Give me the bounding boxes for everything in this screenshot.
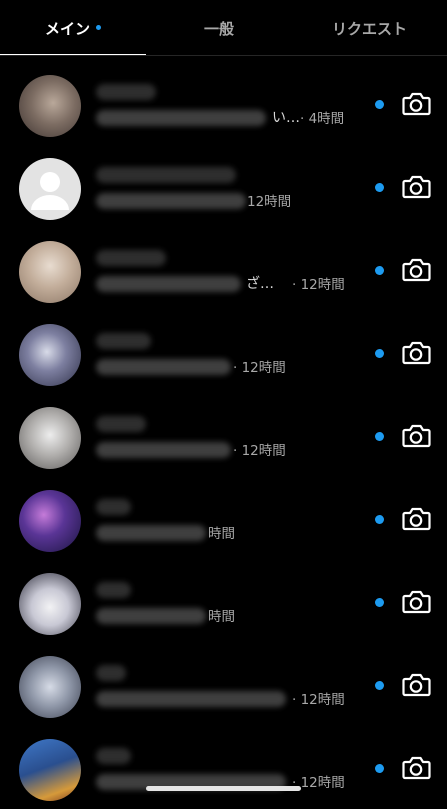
avatar[interactable]: [19, 407, 81, 469]
sender-name: [96, 665, 126, 681]
sender-name: [96, 499, 131, 515]
unread-dot: [375, 349, 384, 358]
thread-row[interactable]: · 12時間: [0, 643, 447, 726]
tab-requests-label: リクエスト: [331, 20, 407, 38]
timestamp: 時間: [208, 526, 235, 542]
unread-dot: [375, 681, 384, 690]
unread-dot: [375, 598, 384, 607]
avatar[interactable]: [19, 158, 81, 220]
timestamp: · 12時間: [233, 443, 286, 459]
avatar[interactable]: [19, 573, 81, 635]
unread-dot: [375, 183, 384, 192]
thread-row[interactable]: · 12時間: [0, 311, 447, 394]
home-indicator[interactable]: [146, 786, 301, 791]
sender-name: [96, 582, 131, 598]
message-preview: [96, 442, 231, 458]
sender-name: [96, 416, 146, 432]
timestamp: · 4時間: [300, 111, 345, 127]
avatar[interactable]: [19, 490, 81, 552]
unread-dot: [375, 764, 384, 773]
unread-dot: [375, 100, 384, 109]
message-preview: [96, 276, 241, 292]
thread-row[interactable]: ざ… · 12時間: [0, 228, 447, 311]
tab-general[interactable]: 一般: [146, 0, 292, 56]
camera-icon[interactable]: [401, 173, 431, 201]
timestamp: 時間: [208, 609, 235, 625]
avatar[interactable]: [19, 241, 81, 303]
message-preview: [96, 359, 231, 375]
camera-icon[interactable]: [401, 671, 431, 699]
avatar[interactable]: [19, 324, 81, 386]
sender-name: [96, 250, 166, 266]
unread-dot: [375, 432, 384, 441]
camera-icon[interactable]: [401, 90, 431, 118]
thread-row[interactable]: 時間: [0, 477, 447, 560]
sender-name: [96, 333, 151, 349]
timestamp: 12時間: [247, 194, 292, 210]
unread-dot: [375, 266, 384, 275]
inbox-tabs: メイン 一般 リクエスト: [0, 0, 447, 56]
camera-icon[interactable]: [401, 505, 431, 533]
message-preview: [96, 193, 246, 209]
tab-requests[interactable]: リクエスト: [292, 0, 447, 56]
message-preview: [96, 525, 206, 541]
tab-main-unread-dot: [96, 25, 101, 30]
timestamp: · 12時間: [292, 277, 345, 293]
message-preview-tail: い…: [272, 110, 300, 126]
camera-icon[interactable]: [401, 422, 431, 450]
camera-icon[interactable]: [401, 754, 431, 782]
tabs-divider: [0, 55, 447, 56]
avatar[interactable]: [19, 75, 81, 137]
message-preview: [96, 110, 266, 126]
thread-row[interactable]: · 12時間: [0, 394, 447, 477]
sender-name: [96, 84, 156, 100]
timestamp: · 12時間: [233, 360, 286, 376]
thread-row[interactable]: 12時間: [0, 145, 447, 228]
thread-row[interactable]: · 12時間: [0, 726, 447, 809]
timestamp: · 12時間: [292, 692, 345, 708]
tab-general-label: 一般: [203, 20, 234, 38]
camera-icon[interactable]: [401, 339, 431, 367]
avatar[interactable]: [19, 739, 81, 801]
sender-name: [96, 748, 131, 764]
camera-icon[interactable]: [401, 256, 431, 284]
tab-main-label: メイン: [44, 20, 90, 38]
sender-name: [96, 167, 236, 183]
default-avatar-icon: [31, 172, 69, 210]
tab-main[interactable]: メイン: [0, 0, 146, 56]
message-preview-tail: ざ…: [246, 276, 274, 292]
camera-icon[interactable]: [401, 588, 431, 616]
message-preview: [96, 691, 286, 707]
thread-row[interactable]: 時間: [0, 560, 447, 643]
unread-dot: [375, 515, 384, 524]
message-preview: [96, 608, 206, 624]
thread-row[interactable]: い… · 4時間: [0, 62, 447, 145]
avatar[interactable]: [19, 656, 81, 718]
